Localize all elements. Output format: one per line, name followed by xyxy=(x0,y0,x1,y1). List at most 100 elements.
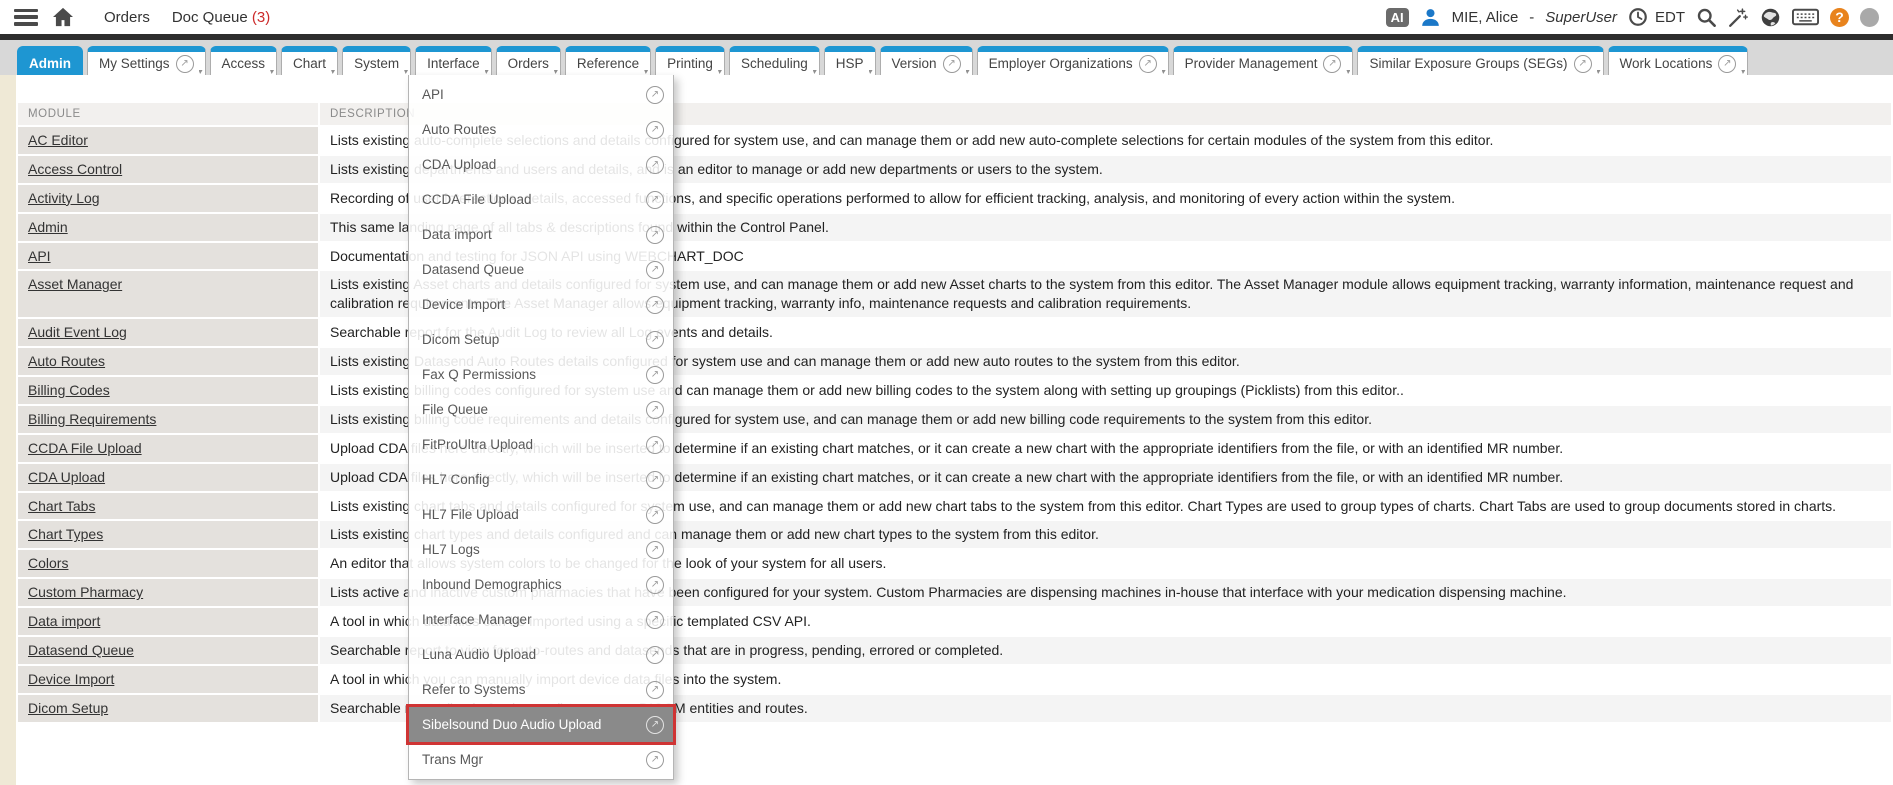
external-link-icon: ↗ xyxy=(646,751,664,769)
menu-item-label: File Queue xyxy=(422,402,488,417)
tab-work-locations[interactable]: Work Locations↗ xyxy=(1608,46,1749,75)
tab-orders[interactable]: Orders xyxy=(496,46,561,75)
tab-chart[interactable]: Chart xyxy=(281,46,338,75)
table-row: Custom PharmacyLists active and inactive… xyxy=(18,579,1891,606)
ai-badge[interactable]: AI xyxy=(1386,8,1409,27)
table-row: Chart TypesLists existing chart types an… xyxy=(18,521,1891,548)
menu-item-trans-mgr[interactable]: Trans Mgr↗ xyxy=(409,742,673,777)
tab-hsp[interactable]: HSP xyxy=(824,46,876,75)
module-link-cda-upload[interactable]: CDA Upload xyxy=(28,469,105,485)
menu-item-ccda-file-upload[interactable]: CCDA File Upload↗ xyxy=(409,182,673,217)
menu-item-data-import[interactable]: Data import↗ xyxy=(409,217,673,252)
table-row: Auto RoutesLists existing Datasend Auto … xyxy=(18,348,1891,375)
tab-label: Scheduling xyxy=(741,56,808,71)
tab-my-settings[interactable]: My Settings↗ xyxy=(87,46,206,75)
tab-similar-exposure-groups-segs[interactable]: Similar Exposure Groups (SEGs)↗ xyxy=(1357,46,1603,75)
menu-item-hl7-logs[interactable]: HL7 Logs↗ xyxy=(409,532,673,567)
table-row: Datasend QueueSearchable report to view … xyxy=(18,637,1891,664)
menu-item-cda-upload[interactable]: CDA Upload↗ xyxy=(409,147,673,182)
tab-version[interactable]: Version↗ xyxy=(880,46,973,75)
module-link-billing-codes[interactable]: Billing Codes xyxy=(28,382,110,398)
module-link-datasend-queue[interactable]: Datasend Queue xyxy=(28,642,134,658)
user-icon xyxy=(1420,7,1441,28)
tab-label: HSP xyxy=(836,56,864,71)
tab-label: Access xyxy=(222,56,266,71)
module-link-custom-pharmacy[interactable]: Custom Pharmacy xyxy=(28,584,143,600)
menu-item-label: Sibelsound Duo Audio Upload xyxy=(422,717,601,732)
tab-printing[interactable]: Printing xyxy=(655,46,725,75)
tab-label: Orders xyxy=(508,56,549,71)
tab-provider-management[interactable]: Provider Management↗ xyxy=(1173,46,1354,75)
help-icon[interactable]: ? xyxy=(1830,8,1849,27)
menu-item-inbound-demographics[interactable]: Inbound Demographics↗ xyxy=(409,567,673,602)
control-panel-content: MODULE DESCRIPTION AC EditorLists existi… xyxy=(16,75,1893,785)
tab-label: Version xyxy=(892,56,937,71)
breadcrumb-doc-queue[interactable]: Doc Queue (3) xyxy=(172,9,270,26)
keyboard-icon[interactable] xyxy=(1792,8,1819,26)
menu-item-auto-routes[interactable]: Auto Routes↗ xyxy=(409,112,673,147)
tab-access[interactable]: Access xyxy=(210,46,278,75)
tab-label: Similar Exposure Groups (SEGs) xyxy=(1369,56,1567,71)
menu-item-label: Interface Manager xyxy=(422,612,532,627)
tab-reference[interactable]: Reference xyxy=(565,46,651,75)
module-link-data-import[interactable]: Data import xyxy=(28,613,100,629)
menu-item-fitproultra-upload[interactable]: FitProUltra Upload↗ xyxy=(409,427,673,462)
menu-item-datasend-queue[interactable]: Datasend Queue↗ xyxy=(409,252,673,287)
module-link-colors[interactable]: Colors xyxy=(28,555,68,571)
module-link-ccda-file-upload[interactable]: CCDA File Upload xyxy=(28,440,142,456)
magic-wand-icon[interactable] xyxy=(1728,7,1749,28)
module-link-activity-log[interactable]: Activity Log xyxy=(28,190,100,206)
menu-item-label: FitProUltra Upload xyxy=(422,437,533,452)
user-separator: - xyxy=(1529,9,1534,26)
module-link-audit-event-log[interactable]: Audit Event Log xyxy=(28,324,127,340)
module-link-access-control[interactable]: Access Control xyxy=(28,161,122,177)
tab-system[interactable]: System xyxy=(342,46,411,75)
module-link-admin[interactable]: Admin xyxy=(28,219,68,235)
external-link-icon: ↗ xyxy=(1323,55,1341,73)
module-link-auto-routes[interactable]: Auto Routes xyxy=(28,353,105,369)
tab-label: Chart xyxy=(293,56,326,71)
search-icon[interactable] xyxy=(1696,7,1717,28)
presence-dot-icon[interactable] xyxy=(1860,8,1879,27)
module-cell: Billing Codes xyxy=(18,377,318,404)
external-link-icon: ↗ xyxy=(646,506,664,524)
breadcrumb-orders[interactable]: Orders xyxy=(104,9,150,26)
menu-item-device-import[interactable]: Device Import↗ xyxy=(409,287,673,322)
menu-item-api[interactable]: API↗ xyxy=(409,77,673,112)
menu-item-label: HL7 Logs xyxy=(422,542,480,557)
module-link-api[interactable]: API xyxy=(28,248,51,264)
table-row: Dicom SetupSearchable report (basic & ad… xyxy=(18,695,1891,722)
home-icon[interactable] xyxy=(52,7,74,27)
menu-item-label: Refer to Systems xyxy=(422,682,526,697)
menu-item-hl7-file-upload[interactable]: HL7 File Upload↗ xyxy=(409,497,673,532)
menu-item-hl7-config[interactable]: HL7 Config↗ xyxy=(409,462,673,497)
tab-interface[interactable]: Interface xyxy=(415,46,492,75)
hamburger-menu-icon[interactable] xyxy=(14,9,38,26)
tab-employer-organizations[interactable]: Employer Organizations↗ xyxy=(977,46,1169,75)
module-link-dicom-setup[interactable]: Dicom Setup xyxy=(28,700,108,716)
module-link-asset-manager[interactable]: Asset Manager xyxy=(28,276,122,292)
menu-item-refer-to-systems[interactable]: Refer to Systems↗ xyxy=(409,672,673,707)
tab-admin[interactable]: Admin xyxy=(17,46,83,75)
clock-icon[interactable] xyxy=(1628,7,1648,27)
globe-icon[interactable] xyxy=(1760,7,1781,28)
menu-item-interface-manager[interactable]: Interface Manager↗ xyxy=(409,602,673,637)
module-link-device-import[interactable]: Device Import xyxy=(28,671,114,687)
module-link-chart-tabs[interactable]: Chart Tabs xyxy=(28,498,95,514)
menu-item-sibelsound-duo-audio-upload[interactable]: Sibelsound Duo Audio Upload↗ xyxy=(409,707,673,742)
module-cell: CDA Upload xyxy=(18,464,318,491)
menu-item-luna-audio-upload[interactable]: Luna Audio Upload↗ xyxy=(409,637,673,672)
user-name[interactable]: MIE, Alice xyxy=(1452,9,1519,26)
menu-item-dicom-setup[interactable]: Dicom Setup↗ xyxy=(409,322,673,357)
table-row: Data importA tool in which data files ca… xyxy=(18,608,1891,635)
menu-item-file-queue[interactable]: File Queue↗ xyxy=(409,392,673,427)
tab-label: Printing xyxy=(667,56,713,71)
external-link-icon: ↗ xyxy=(646,86,664,104)
tab-scheduling[interactable]: Scheduling xyxy=(729,46,820,75)
menu-item-fax-q-permissions[interactable]: Fax Q Permissions↗ xyxy=(409,357,673,392)
module-link-billing-requirements[interactable]: Billing Requirements xyxy=(28,411,156,427)
table-row: Device ImportA tool in which you can man… xyxy=(18,666,1891,693)
external-link-icon: ↗ xyxy=(646,646,664,664)
module-link-chart-types[interactable]: Chart Types xyxy=(28,526,103,542)
module-link-ac-editor[interactable]: AC Editor xyxy=(28,132,88,148)
